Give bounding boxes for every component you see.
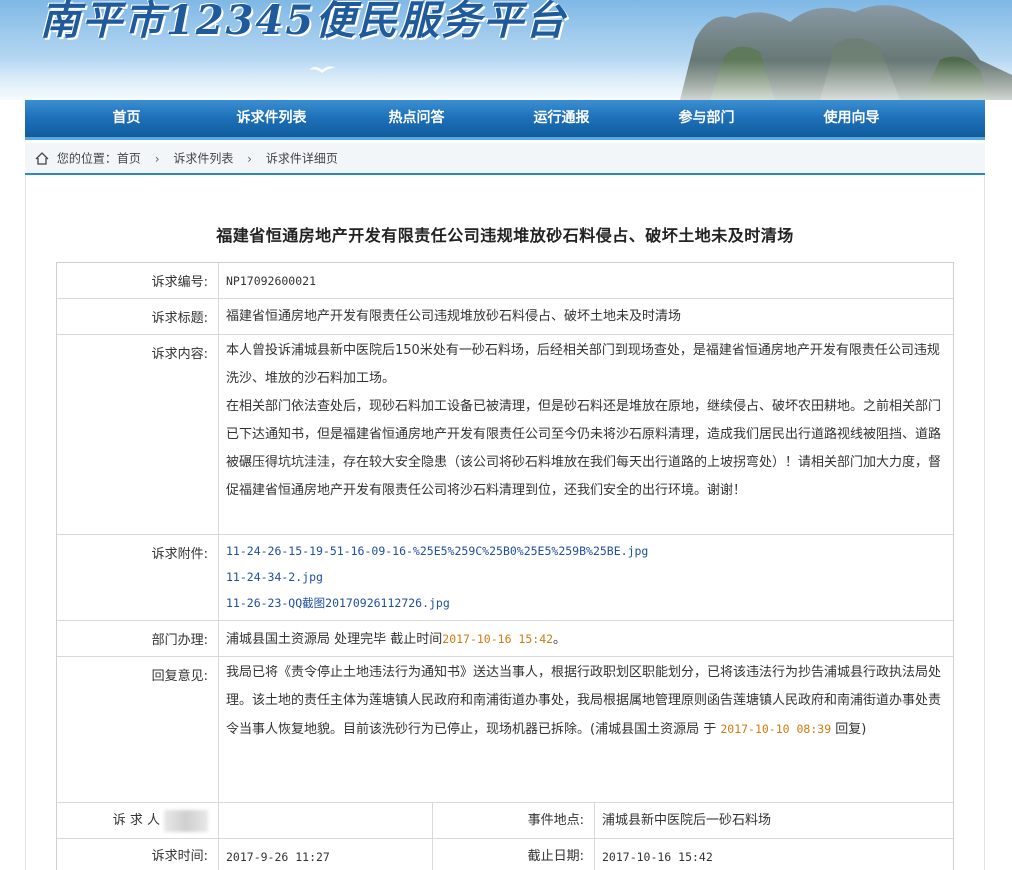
dept-text: 浦城县国土资源局 处理完毕 截止时间 xyxy=(226,632,443,647)
id-label: 诉求编号: xyxy=(57,263,219,298)
chevron-right-icon: › xyxy=(154,151,160,166)
breadcrumb-current: 诉求件详细页 xyxy=(265,151,338,166)
request-detail-table: 诉求编号: NP17092600021 诉求标题: 福建省恒通房地产开发有限责任… xyxy=(56,262,954,870)
deadline-label: 截止日期: xyxy=(433,839,595,870)
table-row: 诉求标题: 福建省恒通房地产开发有限责任公司违规堆放砂石料侵占、破坏土地未及时清… xyxy=(57,299,953,335)
table-row: 回复意见: 我局已将《责令停止土地违法行为通知书》送达当事人，根据行政职划区职能… xyxy=(57,657,953,803)
dept-value: 浦城县国土资源局 处理完毕 截止时间2017-10-16 15:42。 xyxy=(219,621,953,656)
title-label: 诉求标题: xyxy=(57,299,219,334)
time-label: 诉求时间: xyxy=(57,839,219,870)
id-value: NP17092600021 xyxy=(226,274,317,288)
attachment-link[interactable]: 11-24-34-2.jpg xyxy=(226,564,945,590)
city-skyline xyxy=(0,60,1012,100)
bird-icon xyxy=(309,66,335,73)
nav-item-hot-qa[interactable]: 热点问答 xyxy=(344,100,489,137)
time-value: 2017-9-26 11:27 xyxy=(219,839,433,870)
reply-suffix: 回复) xyxy=(831,722,867,737)
page-title: 福建省恒通房地产开发有限责任公司违规堆放砂石料侵占、破坏土地未及时清场 xyxy=(216,226,794,245)
reply-value: 我局已将《责令停止土地违法行为通知书》送达当事人，根据行政职划区职能划分，已将该… xyxy=(219,657,953,802)
main-nav: 首页 诉求件列表 热点问答 运行通报 参与部门 使用向导 xyxy=(25,100,985,140)
dept-deadline: 2017-10-16 15:42 xyxy=(442,632,554,646)
attach-label: 诉求附件: xyxy=(57,535,219,620)
table-row: 诉求内容: 本人曾投诉浦城县新中医院后150米处有一砂石料场，后经相关部门到现场… xyxy=(57,335,953,535)
attachment-link[interactable]: 11-26-23-QQ截图20170926112726.jpg xyxy=(226,590,945,616)
table-row: 诉求时间: 2017-9-26 11:27 截止日期: 2017-10-16 1… xyxy=(57,839,953,870)
table-row: 诉求编号: NP17092600021 xyxy=(57,263,953,299)
title-value: 福建省恒通房地产开发有限责任公司违规堆放砂石料侵占、破坏土地未及时清场 xyxy=(226,309,682,324)
dept-label: 部门办理: xyxy=(57,621,219,656)
chevron-right-icon: › xyxy=(247,151,252,166)
deadline-value: 2017-10-16 15:42 xyxy=(602,850,713,864)
table-row: 诉 求 人 事件地点: 浦城县新中医院后一砂石料场 xyxy=(57,803,953,839)
content-paragraph: 在相关部门依法查处后，现砂石料加工设备已被清理，但是砂石料还是堆放在原地，继续侵… xyxy=(226,399,942,498)
nav-item-home[interactable]: 首页 xyxy=(54,100,199,137)
requester-redacted xyxy=(164,809,208,832)
attachment-link[interactable]: 11-24-26-15-19-51-16-09-16-%25E5%259C%25… xyxy=(226,538,945,564)
breadcrumb-prefix: 您的位置： xyxy=(56,151,117,166)
dept-suffix: 。 xyxy=(553,632,567,647)
site-title: 南平市12345便民服务平台 xyxy=(40,0,568,44)
nav-item-guide[interactable]: 使用向导 xyxy=(779,100,924,137)
breadcrumb-home[interactable]: 首页 xyxy=(117,152,141,166)
attachments-list: 11-24-26-15-19-51-16-09-16-%25E5%259C%25… xyxy=(219,535,953,620)
reply-time: 2017-10-10 08:39 xyxy=(720,722,832,736)
requester-label: 诉 求 人 xyxy=(57,803,219,838)
nav-item-request-list[interactable]: 诉求件列表 xyxy=(199,100,344,137)
nav-item-bulletin[interactable]: 运行通报 xyxy=(489,100,634,137)
location-value: 浦城县新中医院后一砂石料场 xyxy=(602,813,772,828)
table-row: 诉求附件: 11-24-26-15-19-51-16-09-16-%25E5%2… xyxy=(57,535,953,621)
nav-item-departments[interactable]: 参与部门 xyxy=(634,100,779,137)
content-label: 诉求内容: xyxy=(57,335,219,534)
content-value: 本人曾投诉浦城县新中医院后150米处有一砂石料场，后经相关部门到现场查处，是福建… xyxy=(219,335,953,534)
table-row: 部门办理: 浦城县国土资源局 处理完毕 截止时间2017-10-16 15:42… xyxy=(57,621,953,657)
breadcrumb-request-list[interactable]: 诉求件列表 xyxy=(173,152,233,166)
header-banner: 南平市12345便民服务平台 xyxy=(0,0,1012,100)
home-icon xyxy=(35,152,49,165)
content-paragraph: 本人曾投诉浦城县新中医院后150米处有一砂石料场，后经相关部门到现场查处，是福建… xyxy=(226,343,940,386)
location-label: 事件地点: xyxy=(433,803,595,838)
requester-label-text: 诉 求 人 xyxy=(112,813,160,828)
requester-value xyxy=(219,803,433,838)
breadcrumb: 您的位置：首页 › 诉求件列表 › 诉求件详细页 xyxy=(25,143,985,175)
reply-label: 回复意见: xyxy=(57,657,219,802)
